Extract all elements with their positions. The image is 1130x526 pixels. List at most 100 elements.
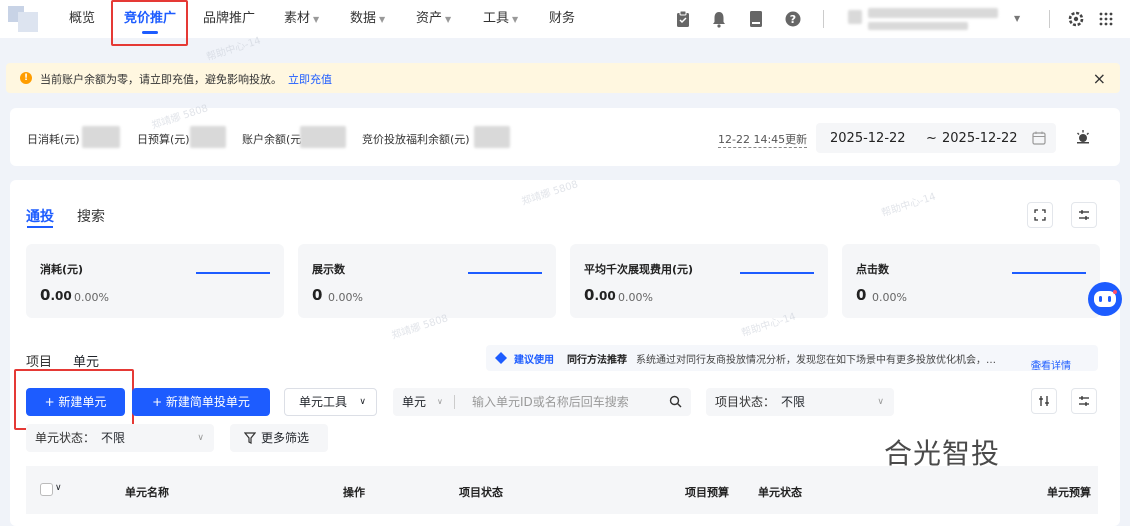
column-settings-button[interactable] [1031, 388, 1057, 414]
help-icon[interactable]: ? [785, 10, 801, 28]
assistant-bubble[interactable] [1088, 282, 1122, 316]
bell-icon[interactable] [711, 10, 727, 28]
metric-change: 0.00% [328, 291, 363, 304]
metric-sparkline [740, 272, 814, 274]
column-project-budget[interactable]: 项目预算 [685, 484, 729, 500]
chevron-down-icon[interactable]: ∨ [55, 483, 62, 493]
column-unit-status[interactable]: 单元状态 [758, 484, 802, 500]
chevron-down-icon: ∨ [197, 433, 204, 443]
chevron-down-icon: ∨ [359, 397, 366, 407]
suggestion-title: 同行方法推荐 [567, 355, 627, 366]
sliders-icon [1079, 210, 1089, 220]
metric-settings-button[interactable] [1071, 202, 1097, 228]
suggestion-tag: 建议使用 [514, 355, 554, 366]
metric-card-spend[interactable]: 消耗(元) 0.00 0.00% [26, 244, 284, 318]
date-end: 2025-12-22 [942, 131, 1018, 146]
date-range-picker[interactable]: 2025-12-22 ~ 2025-12-22 [816, 123, 1056, 153]
nav-item-assets[interactable]: 素材 ▼ [284, 0, 319, 38]
column-project-status[interactable]: 项目状态 [459, 484, 503, 500]
metric-label: 展示数 [312, 263, 345, 276]
metric-value: 0.00 [584, 286, 616, 304]
filter-icon [244, 432, 256, 444]
table-header: ∨ 单元名称 操作 项目状态 项目预算 单元状态 单元预算 [26, 466, 1098, 514]
column-unit-budget[interactable]: 单元预算 [1047, 484, 1091, 500]
nav-item-data[interactable]: 数据 ▼ [350, 0, 385, 38]
metric-card-clicks[interactable]: 点击数 0 0.00% [842, 244, 1100, 318]
metric-sparkline [1012, 272, 1086, 274]
suggestion-text: 系统通过对同行友商投放情况分析，发现您在如下场景中有更多投放优化机会，… [636, 355, 996, 366]
calendar-icon [1032, 131, 1046, 145]
search-scope[interactable]: 单元 [402, 388, 426, 416]
search-divider [454, 395, 455, 409]
nav-item-brand-promotion[interactable]: 品牌推广 [203, 0, 255, 38]
nav-divider [823, 10, 824, 28]
unit-status-value: 不限 [101, 431, 126, 445]
project-status-label: 项目状态： [715, 395, 776, 409]
new-simple-unit-button[interactable]: + 新建简单投单元 [132, 388, 270, 416]
metric-value: 0 [856, 286, 867, 304]
fullscreen-button[interactable] [1027, 202, 1053, 228]
tab-general-delivery[interactable]: 通投 [26, 206, 54, 226]
diamond-icon [495, 352, 507, 364]
metric-sparkline [196, 272, 270, 274]
caret-down-icon: ▼ [313, 15, 320, 24]
chevron-down-icon: ∨ [437, 397, 443, 406]
date-separator: ~ [926, 131, 937, 146]
user-name-redacted [868, 8, 998, 18]
chevron-down-icon: ∨ [877, 397, 884, 407]
table-settings-button[interactable] [1071, 388, 1097, 414]
fullscreen-icon [1034, 209, 1046, 221]
highlight-box-nav [111, 0, 188, 46]
column-unit-name[interactable]: 单元名称 [125, 484, 169, 500]
balance-value-redacted [300, 126, 346, 148]
welfare-balance-value-redacted [474, 126, 510, 148]
account-dropdown-icon[interactable]: ▼ [1014, 0, 1020, 38]
tab-search[interactable]: 搜索 [77, 206, 105, 226]
caret-down-icon: ▼ [512, 15, 519, 24]
nav-item-overview[interactable]: 概览 [69, 0, 95, 38]
nav-item-tools[interactable]: 工具 ▼ [483, 0, 518, 38]
metric-card-cpm[interactable]: 平均千次展现费用(元) 0.00 0.00% [570, 244, 828, 318]
user-avatar[interactable] [848, 10, 862, 24]
close-icon[interactable]: × [1093, 69, 1106, 88]
sliders-icon [1079, 396, 1089, 406]
unit-status-filter[interactable]: 单元状态： 不限 ∨ [26, 424, 214, 452]
update-time: 12-22 14:45更新 [718, 133, 808, 148]
subtab-project[interactable]: 项目 [26, 351, 52, 370]
column-settings-icon [1039, 396, 1049, 406]
app-grid-icon[interactable] [1098, 10, 1114, 28]
more-filters-button[interactable]: 更多筛选 [230, 424, 328, 452]
document-icon[interactable] [748, 10, 764, 28]
daily-spend-label: 日消耗(元) [27, 133, 80, 146]
settings-icon[interactable] [1068, 10, 1084, 28]
daily-spend-value-redacted [82, 126, 120, 148]
svg-text:?: ? [790, 13, 796, 26]
unit-tools-dropdown[interactable]: 单元工具 ∨ [284, 388, 377, 416]
nav-item-resources[interactable]: 资产 ▼ [416, 0, 451, 38]
app-logo[interactable] [8, 6, 38, 32]
search-icon[interactable] [669, 395, 682, 408]
subtab-unit[interactable]: 单元 [73, 351, 99, 370]
metric-card-impressions[interactable]: 展示数 0 0.00% [298, 244, 556, 318]
metric-label: 消耗(元) [40, 263, 84, 276]
brand-watermark: 合光智投 [884, 437, 1001, 470]
project-status-filter[interactable]: 项目状态： 不限 ∨ [706, 388, 894, 416]
metric-change: 0.00% [618, 291, 653, 304]
nav-item-finance[interactable]: 财务 [549, 0, 575, 38]
search-box[interactable]: 单元 ∨ 输入单元ID或名称后回车搜索 [393, 388, 691, 416]
metric-change: 0.00% [872, 291, 907, 304]
suggestion-banner: 建议使用 同行方法推荐 系统通过对同行友商投放情况分析，发现您在如下场景中有更多… [486, 345, 1098, 372]
search-input[interactable]: 输入单元ID或名称后回车搜索 [472, 388, 629, 416]
select-all-checkbox[interactable] [40, 483, 53, 496]
clipboard-icon[interactable] [675, 10, 691, 28]
daily-budget-value-redacted [190, 126, 226, 148]
metric-value: 0 [312, 286, 323, 304]
project-status-value: 不限 [781, 395, 806, 409]
alert-message: 当前账户余额为零，请立即充值，避免影响投放。 [40, 73, 282, 86]
highlight-box-new-unit [14, 369, 134, 430]
metric-sparkline [468, 272, 542, 274]
light-theme-icon[interactable] [1075, 129, 1091, 145]
warning-icon: ! [20, 72, 32, 84]
recharge-link[interactable]: 立即充值 [288, 73, 332, 86]
metric-value: 0.00 [40, 286, 72, 304]
